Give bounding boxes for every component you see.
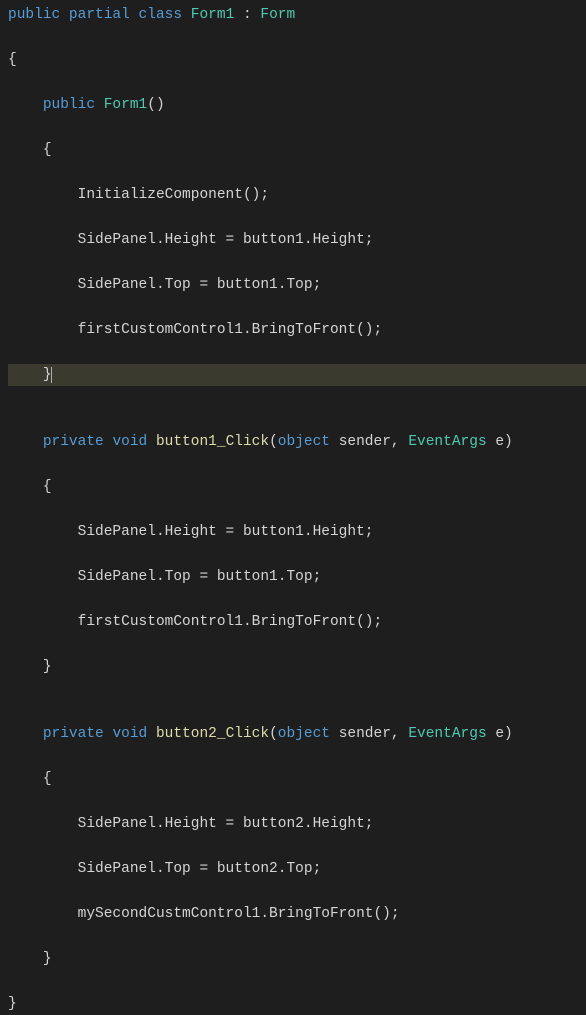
code-line: { [8,476,586,498]
keyword-void: void [112,434,147,450]
code-line: public partial class Form1 : Form [8,4,586,26]
code-line: firstCustomControl1.BringToFront(); [8,611,586,633]
code-line-active: } [8,364,586,386]
ctor-parens: () [147,97,164,113]
keyword-private: private [43,434,104,450]
stmt-btf: firstCustomControl1.BringToFront(); [78,614,383,630]
text-caret [51,367,52,383]
code-line: private void button1_Click(object sender… [8,431,586,453]
keyword-public: public [43,97,95,113]
stmt-init: InitializeComponent(); [78,187,269,203]
ctor-name: Form1 [104,97,148,113]
code-line: firstCustomControl1.BringToFront(); [8,319,586,341]
method-button1-click: button1_Click [156,434,269,450]
param-sender: sender, [330,434,408,450]
param-e: e) [487,726,513,742]
code-line: SidePanel.Height = button2.Height; [8,813,586,835]
type-form: Form [260,7,295,23]
param-sender: sender, [330,726,408,742]
code-line: { [8,768,586,790]
keyword-object: object [278,726,330,742]
code-line: } [8,993,586,1015]
brace-close: } [8,996,17,1012]
keyword-private: private [43,726,104,742]
keyword-object: object [278,434,330,450]
code-line: SidePanel.Height = button1.Height; [8,521,586,543]
brace-open: { [43,479,52,495]
code-line: SidePanel.Top = button1.Top; [8,274,586,296]
type-eventargs: EventArgs [408,726,486,742]
code-line: SidePanel.Height = button1.Height; [8,229,586,251]
keyword-partial: partial [69,7,130,23]
stmt-sp-top: SidePanel.Top = button1.Top; [78,569,322,585]
colon-sep: : [234,7,260,23]
code-line: public Form1() [8,94,586,116]
code-line: SidePanel.Top = button1.Top; [8,566,586,588]
stmt-sp-height: SidePanel.Height = button2.Height; [78,816,374,832]
open-paren: ( [269,726,278,742]
code-line: InitializeComponent(); [8,184,586,206]
keyword-void: void [112,726,147,742]
code-editor[interactable]: public partial class Form1 : Form { publ… [8,4,586,1015]
code-line: private void button2_Click(object sender… [8,723,586,745]
code-line: { [8,49,586,71]
stmt-btf: firstCustomControl1.BringToFront(); [78,322,383,338]
code-line: } [8,948,586,970]
code-line: } [8,656,586,678]
stmt-sp-height: SidePanel.Height = button1.Height; [78,524,374,540]
keyword-class: class [139,7,183,23]
stmt-sp-top: SidePanel.Top = button2.Top; [78,861,322,877]
brace-close: } [43,951,52,967]
stmt-sp-top: SidePanel.Top = button1.Top; [78,277,322,293]
method-button2-click: button2_Click [156,726,269,742]
brace-open: { [8,52,17,68]
stmt-sp-height: SidePanel.Height = button1.Height; [78,232,374,248]
brace-close: } [43,659,52,675]
keyword-public: public [8,7,60,23]
stmt-btf: mySecondCustmControl1.BringToFront(); [78,906,400,922]
open-paren: ( [269,434,278,450]
brace-open: { [43,142,52,158]
type-eventargs: EventArgs [408,434,486,450]
code-line: mySecondCustmControl1.BringToFront(); [8,903,586,925]
code-line: { [8,139,586,161]
type-form1: Form1 [191,7,235,23]
param-e: e) [487,434,513,450]
brace-open: { [43,771,52,787]
code-line: SidePanel.Top = button2.Top; [8,858,586,880]
